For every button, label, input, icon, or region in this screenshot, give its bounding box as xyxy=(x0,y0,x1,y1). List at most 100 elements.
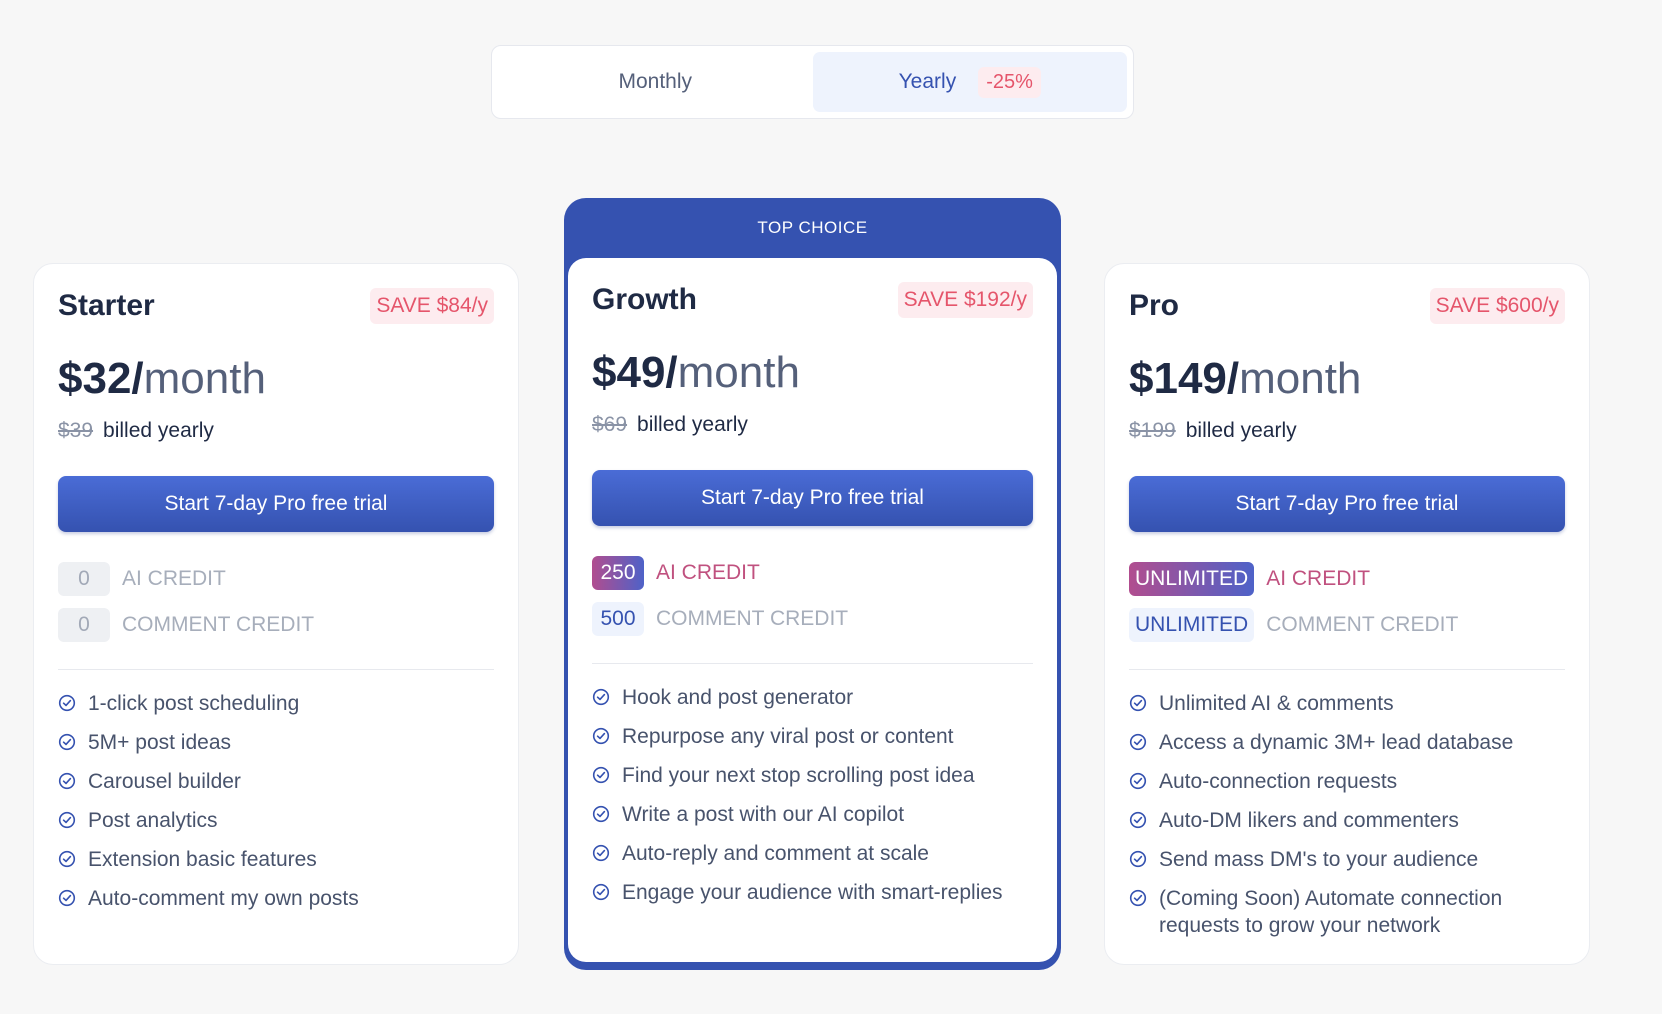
credits: UNLIMITED AI CREDIT UNLIMITED COMMENT CR… xyxy=(1129,561,1565,643)
billing-toggle: Monthly Yearly -25% xyxy=(491,45,1134,119)
check-circle-icon xyxy=(1129,850,1147,868)
feature-item: Auto-comment my own posts xyxy=(58,885,494,912)
billing-note: $69 billed yearly xyxy=(592,413,1033,437)
plan-price: $49/month xyxy=(592,347,1033,399)
feature-item: 1-click post scheduling xyxy=(58,690,494,717)
check-circle-icon xyxy=(58,850,76,868)
start-trial-button[interactable]: Start 7-day Pro free trial xyxy=(1129,476,1565,532)
feature-item: Post analytics xyxy=(58,807,494,834)
feature-list: Unlimited AI & comments Access a dynamic… xyxy=(1129,690,1565,939)
old-price: $39 xyxy=(58,419,94,442)
price-amount: $49/ xyxy=(592,348,678,397)
price-amount: $149/ xyxy=(1129,354,1240,403)
billing-note: $199 billed yearly xyxy=(1129,419,1565,443)
toggle-monthly-label: Monthly xyxy=(618,70,693,93)
feature-item: Repurpose any viral post or content xyxy=(592,723,1033,750)
ai-credit-value: 0 xyxy=(58,562,110,596)
feature-item: Unlimited AI & comments xyxy=(1129,690,1565,717)
billing-text: billed yearly xyxy=(103,419,214,442)
check-circle-icon xyxy=(592,766,610,784)
check-circle-icon xyxy=(592,727,610,745)
feature-item: Hook and post generator xyxy=(592,684,1033,711)
start-trial-button[interactable]: Start 7-day Pro free trial xyxy=(592,470,1033,526)
feature-item: Extension basic features xyxy=(58,846,494,873)
divider xyxy=(592,663,1033,664)
ai-credit-value: UNLIMITED xyxy=(1129,562,1255,596)
feature-item: Write a post with our AI copilot xyxy=(592,801,1033,828)
check-circle-icon xyxy=(592,805,610,823)
check-circle-icon xyxy=(592,883,610,901)
feature-item: Auto-DM likers and commenters xyxy=(1129,807,1565,834)
check-circle-icon xyxy=(1129,889,1147,907)
feature-item: 5M+ post ideas xyxy=(58,729,494,756)
comment-credit-label: COMMENT CREDIT xyxy=(656,607,849,630)
save-badge: SAVE $600/y xyxy=(1429,288,1565,324)
old-price: $199 xyxy=(1129,419,1176,442)
feature-item: Auto-reply and comment at scale xyxy=(592,840,1033,867)
check-circle-icon xyxy=(1129,694,1147,712)
pricing-page: Monthly Yearly -25% Starter SAVE $84/y $… xyxy=(0,0,1662,1014)
plan-card-growth-featured: TOP CHOICE Growth SAVE $192/y $49/month … xyxy=(564,198,1061,970)
billing-note: $39 billed yearly xyxy=(58,419,494,443)
feature-list: 1-click post scheduling 5M+ post ideas C… xyxy=(58,690,494,912)
yearly-discount-badge: -25% xyxy=(978,66,1041,98)
check-circle-icon xyxy=(58,889,76,907)
check-circle-icon xyxy=(1129,811,1147,829)
plan-name: Pro xyxy=(1129,289,1180,322)
check-circle-icon xyxy=(58,811,76,829)
feature-list: Hook and post generator Repurpose any vi… xyxy=(592,684,1033,906)
ai-credit-value: 250 xyxy=(592,556,644,590)
comment-credit-row: 0 COMMENT CREDIT xyxy=(58,607,494,643)
feature-item: (Coming Soon) Automate connection reques… xyxy=(1129,885,1565,939)
ai-credit-row: 0 AI CREDIT xyxy=(58,561,494,597)
plan-name: Growth xyxy=(592,283,697,316)
toggle-yearly-label: Yearly xyxy=(898,70,957,93)
comment-credit-value: 500 xyxy=(592,602,644,636)
toggle-monthly[interactable]: Monthly xyxy=(498,52,813,112)
feature-item: Auto-connection requests xyxy=(1129,768,1565,795)
price-amount: $32/ xyxy=(58,354,144,403)
billing-text: billed yearly xyxy=(1185,419,1297,442)
credits: 0 AI CREDIT 0 COMMENT CREDIT xyxy=(58,561,494,643)
save-badge: SAVE $84/y xyxy=(370,288,494,324)
price-unit: month xyxy=(677,348,800,397)
ai-credit-label: AI CREDIT xyxy=(656,561,760,584)
plan-name: Starter xyxy=(58,289,155,322)
comment-credit-value: 0 xyxy=(58,608,110,642)
price-unit: month xyxy=(143,354,266,403)
comment-credit-row: UNLIMITED COMMENT CREDIT xyxy=(1129,607,1565,643)
comment-credit-value: UNLIMITED xyxy=(1129,608,1255,642)
ai-credit-row: UNLIMITED AI CREDIT xyxy=(1129,561,1565,597)
divider xyxy=(58,669,494,670)
price-unit: month xyxy=(1239,354,1362,403)
credits: 250 AI CREDIT 500 COMMENT CREDIT xyxy=(592,555,1033,637)
check-circle-icon xyxy=(58,772,76,790)
check-circle-icon xyxy=(58,733,76,751)
old-price: $69 xyxy=(592,413,628,436)
plan-price: $32/month xyxy=(58,353,494,405)
feature-item: Access a dynamic 3M+ lead database xyxy=(1129,729,1565,756)
plan-card-growth: Growth SAVE $192/y $49/month $69 billed y… xyxy=(568,258,1057,962)
billing-text: billed yearly xyxy=(637,413,748,436)
check-circle-icon xyxy=(1129,772,1147,790)
save-badge: SAVE $192/y xyxy=(897,282,1033,318)
check-circle-icon xyxy=(592,688,610,706)
ai-credit-row: 250 AI CREDIT xyxy=(592,555,1033,591)
check-circle-icon xyxy=(1129,733,1147,751)
feature-item: Engage your audience with smart-replies xyxy=(592,879,1033,906)
plan-card-starter: Starter SAVE $84/y $32/month $39 billed y… xyxy=(33,263,519,965)
comment-credit-label: COMMENT CREDIT xyxy=(122,613,315,636)
plan-card-pro: Pro SAVE $600/y $149/month $199 billed ye… xyxy=(1104,263,1590,965)
top-choice-label: TOP CHOICE xyxy=(757,218,868,237)
comment-credit-row: 500 COMMENT CREDIT xyxy=(592,601,1033,637)
feature-item: Send mass DM's to your audience xyxy=(1129,846,1565,873)
plan-price: $149/month xyxy=(1129,353,1565,405)
toggle-yearly[interactable]: Yearly -25% xyxy=(812,52,1127,112)
check-circle-icon xyxy=(58,694,76,712)
comment-credit-label: COMMENT CREDIT xyxy=(1266,613,1459,636)
ai-credit-label: AI CREDIT xyxy=(1266,567,1371,590)
start-trial-button[interactable]: Start 7-day Pro free trial xyxy=(58,476,494,532)
ai-credit-label: AI CREDIT xyxy=(122,567,226,590)
feature-item: Find your next stop scrolling post idea xyxy=(592,762,1033,789)
feature-item: Carousel builder xyxy=(58,768,494,795)
